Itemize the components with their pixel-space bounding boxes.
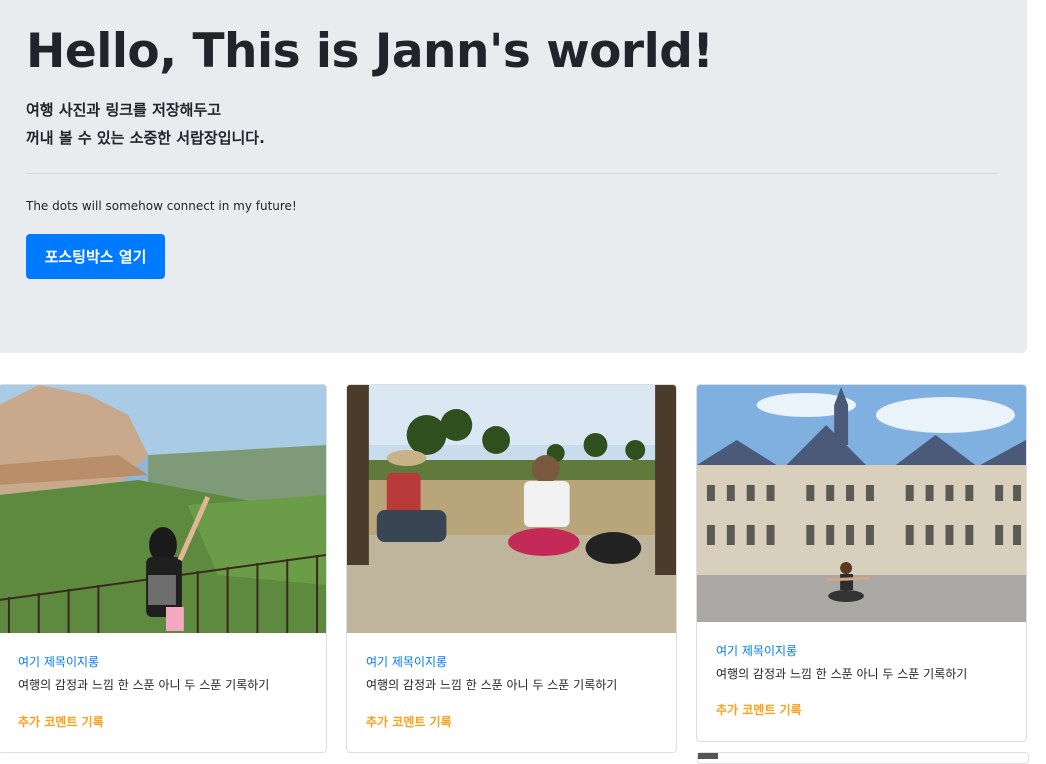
post-card-partial xyxy=(697,752,1029,764)
post-card: 여기 제목이지롱 여행의 감정과 느낌 한 스푼 아니 두 스푼 기록하기 추가… xyxy=(346,384,677,753)
hero-divider xyxy=(26,173,997,174)
card-title[interactable]: 여기 제목이지롱 xyxy=(716,642,797,659)
hero-lead: 여행 사진과 링크를 저장해두고 꺼내 볼 수 있는 소중한 서랍장입니다. xyxy=(26,96,265,152)
montserrat-mountain-photo xyxy=(0,385,326,633)
card-text: 여행의 감정과 느낌 한 스푼 아니 두 스푼 기록하기 xyxy=(716,667,968,681)
card-photo-edge xyxy=(698,753,718,759)
hero-lead-line-2: 꺼내 볼 수 있는 소중한 서랍장입니다. xyxy=(26,129,265,147)
post-card: 여기 제목이지롱 여행의 감정과 느낌 한 스푼 아니 두 스푼 기록하기 추가… xyxy=(0,384,327,753)
park-sitting-photo xyxy=(347,385,676,633)
card-title[interactable]: 여기 제목이지롱 xyxy=(366,653,447,670)
hero-lead-line-1: 여행 사진과 링크를 저장해두고 xyxy=(26,101,222,119)
card-comment-link[interactable]: 추가 코멘트 기록 xyxy=(716,701,802,718)
paris-city-hall-photo xyxy=(697,385,1026,622)
card-text: 여행의 감정과 느낌 한 스푼 아니 두 스푼 기록하기 xyxy=(366,678,618,692)
open-posting-box-button[interactable]: 포스팅박스 열기 xyxy=(26,234,165,279)
post-card: 여기 제목이지롱 여행의 감정과 느낌 한 스푼 아니 두 스푼 기록하기 추가… xyxy=(696,384,1027,742)
card-title[interactable]: 여기 제목이지롱 xyxy=(18,653,99,670)
hero-section: Hello, This is Jann's world! 여행 사진과 링크를 … xyxy=(0,0,1027,353)
hero-tagline: The dots will somehow connect in my futu… xyxy=(26,199,297,213)
card-comment-link[interactable]: 추가 코멘트 기록 xyxy=(18,713,104,730)
card-text: 여행의 감정과 느낌 한 스푼 아니 두 스푼 기록하기 xyxy=(18,678,270,692)
card-comment-link[interactable]: 추가 코멘트 기록 xyxy=(366,713,452,730)
page-title: Hello, This is Jann's world! xyxy=(26,24,714,79)
